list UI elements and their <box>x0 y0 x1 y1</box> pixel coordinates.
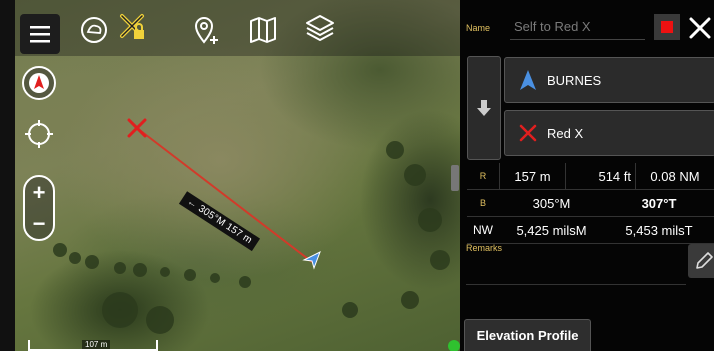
bearing-row: B 305°M 307°T <box>467 190 714 217</box>
bearing-true: 307°T <box>641 195 677 211</box>
elevation-profile-button[interactable]: Elevation Profile <box>464 319 591 351</box>
pencil-icon <box>696 252 713 269</box>
range-row: R 157 m 514 ft 0.08 NM <box>467 163 714 190</box>
range-meters: 157 m <box>499 163 565 189</box>
mils-row: NW 5,425 milsM 5,453 milsT <box>467 217 714 244</box>
map-view[interactable]: ← 305°M 157 m + − 107 m <box>0 0 460 351</box>
name-input[interactable] <box>510 14 645 40</box>
map-layers-button[interactable] <box>245 12 281 48</box>
menu-button[interactable] <box>20 14 60 54</box>
overlays-button[interactable] <box>302 10 338 46</box>
self-arrow-icon <box>520 70 536 90</box>
mils-true: 5,453 milsT <box>625 222 693 238</box>
bloodhound-lock-button[interactable] <box>114 8 150 44</box>
zoom-out-button[interactable]: − <box>33 212 46 235</box>
compass-brain-icon <box>81 17 107 43</box>
north-arrow-icon <box>29 73 49 93</box>
locked-x-icon <box>120 14 144 39</box>
zoom-in-button[interactable]: + <box>33 181 46 204</box>
range-nautical-miles: 0.08 NM <box>635 163 714 189</box>
add-marker-button[interactable] <box>188 12 224 48</box>
edit-remarks-button[interactable] <box>688 244 714 278</box>
self-location-marker <box>302 250 321 270</box>
bearing-magnetic: 305°M <box>532 195 571 211</box>
range-label: R <box>479 171 487 181</box>
scale-label: 107 m <box>82 340 111 349</box>
close-icon[interactable] <box>686 14 714 42</box>
zoom-control: + − <box>23 175 55 241</box>
crosshair-icon <box>25 120 53 148</box>
gps-status-dot <box>448 340 460 351</box>
name-label: Name <box>466 23 491 33</box>
menu-icon <box>30 26 50 43</box>
color-picker-button[interactable] <box>654 14 680 40</box>
remarks-label: Remarks <box>466 243 503 253</box>
mils-magnetic: 5,425 milsM <box>516 222 587 238</box>
remarks-field[interactable] <box>466 253 686 285</box>
red-x-marker <box>127 118 147 138</box>
to-point-selector[interactable]: Red X <box>504 110 714 156</box>
red-x-icon <box>519 124 537 142</box>
from-point-selector[interactable]: BURNES <box>504 57 714 103</box>
to-point-label: Red X <box>547 125 584 141</box>
compass-tool-button[interactable] <box>76 12 112 48</box>
nw-label: NW <box>473 223 493 237</box>
map-overlay <box>53 118 450 334</box>
layers-icon <box>306 15 334 41</box>
panel-resize-handle[interactable] <box>451 165 459 191</box>
range-bearing-table: R 157 m 514 ft 0.08 NM B 305°M 307°T NW … <box>467 163 714 244</box>
map-icon <box>250 17 276 43</box>
color-swatch <box>661 21 673 33</box>
add-marker-icon <box>194 17 218 44</box>
range-bearing-panel: Name BURNES Red X R 157 m 514 ft 0.08 NM… <box>460 0 714 351</box>
arrow-down-icon <box>477 100 491 116</box>
range-feet: 514 ft <box>565 163 635 189</box>
route-line <box>136 127 313 263</box>
bearing-label: B <box>479 198 486 208</box>
swap-direction-button[interactable] <box>467 56 501 160</box>
north-up-button[interactable] <box>22 66 56 100</box>
from-point-label: BURNES <box>547 72 602 88</box>
locate-self-button[interactable] <box>22 117 56 151</box>
